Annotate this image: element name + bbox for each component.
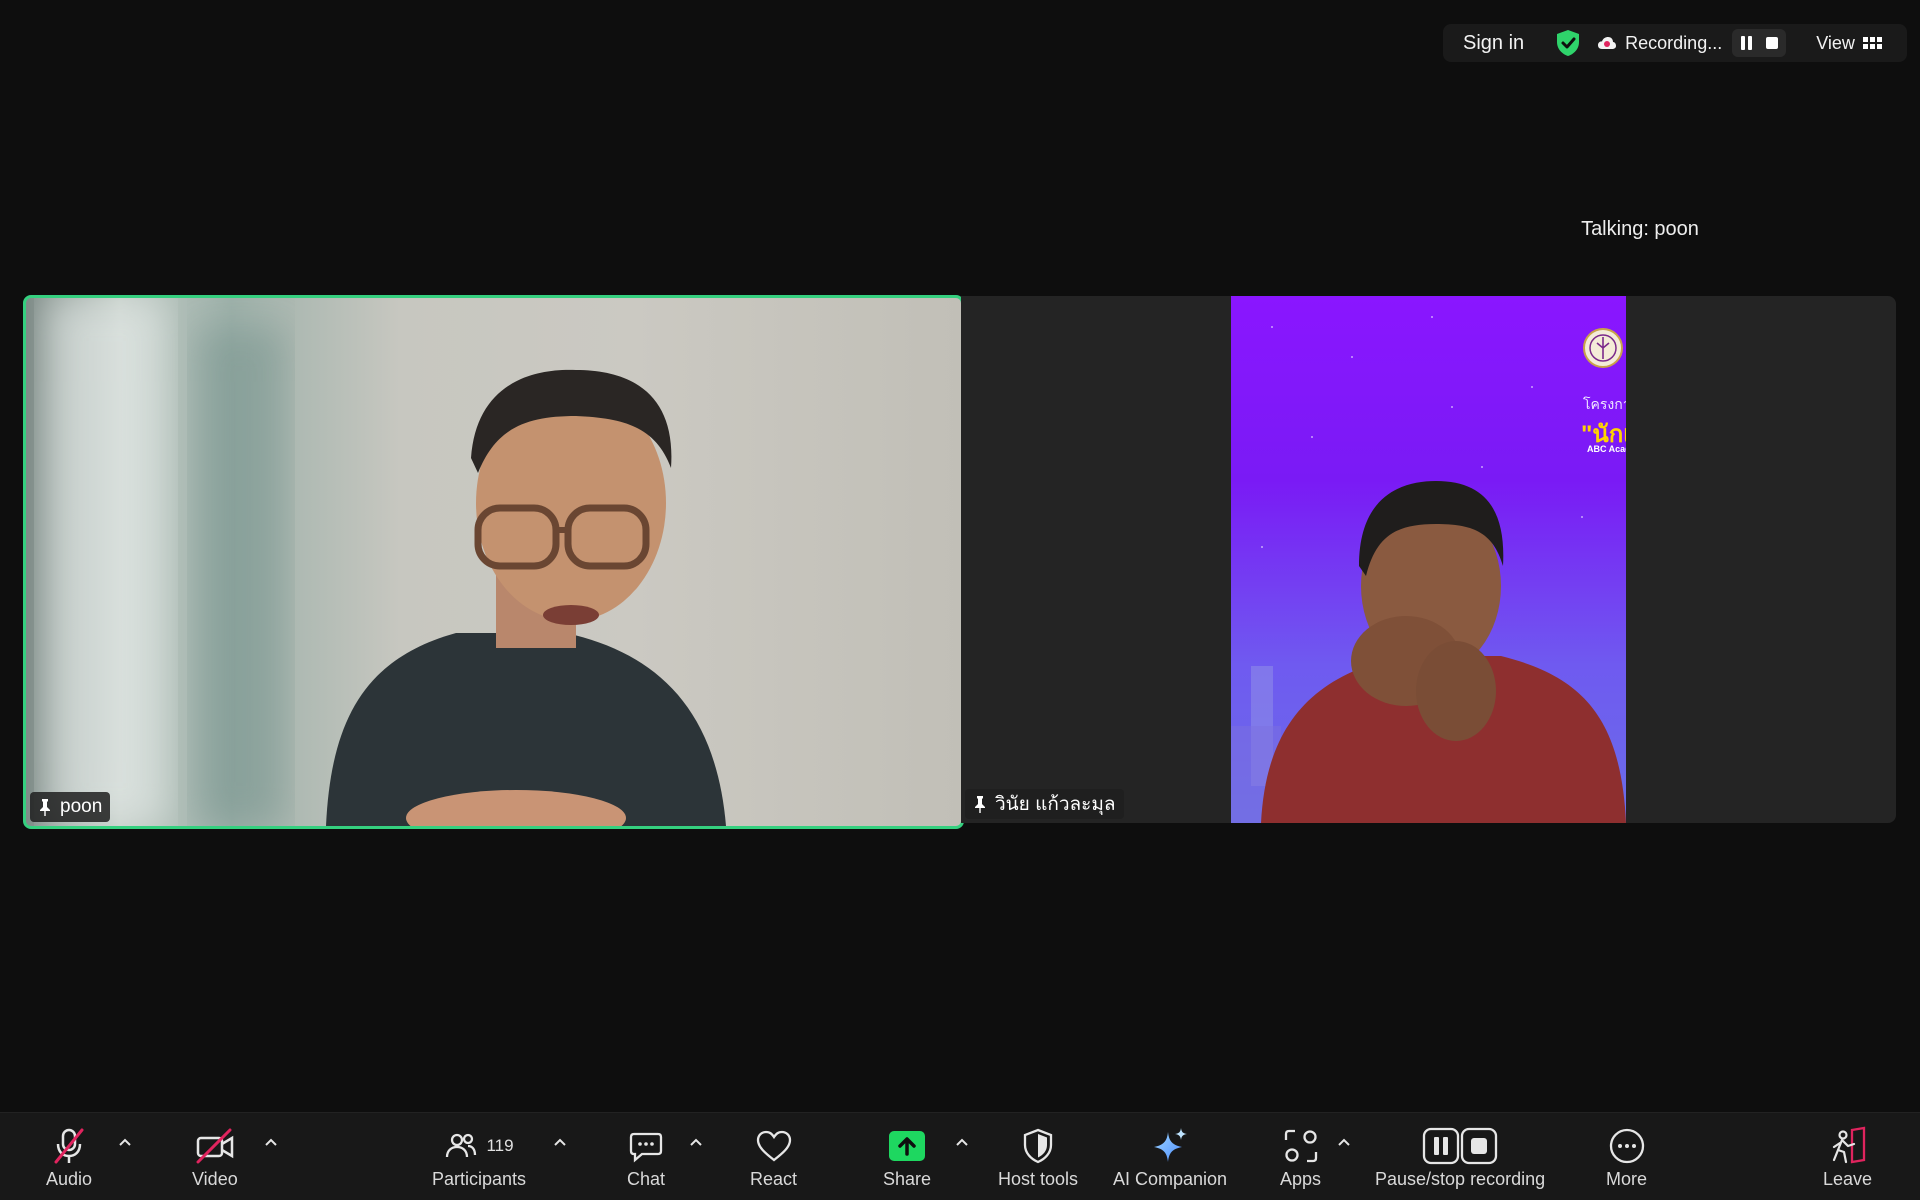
participants-icon xyxy=(446,1133,477,1158)
participants-options-caret[interactable] xyxy=(553,1135,567,1149)
sparkle-icon xyxy=(1154,1128,1188,1162)
pause-stop-icon xyxy=(1422,1127,1498,1165)
participant-figure xyxy=(1231,481,1626,823)
pause-recording-button[interactable] xyxy=(1735,32,1757,54)
video-button[interactable]: Video xyxy=(192,1125,238,1190)
video-tile-poon[interactable]: poon xyxy=(23,295,964,829)
leave-icon xyxy=(1832,1126,1865,1164)
pin-icon xyxy=(975,796,985,813)
pause-stop-recording-button[interactable]: Pause/stop recording xyxy=(1375,1125,1545,1190)
pause-icon xyxy=(1740,36,1745,50)
apps-icon xyxy=(1284,1129,1317,1163)
host-tools-button[interactable]: Host tools xyxy=(998,1125,1078,1190)
apps-button[interactable]: Apps xyxy=(1280,1125,1321,1190)
cloud-record-icon xyxy=(1598,37,1617,49)
more-icon xyxy=(1609,1128,1644,1164)
audio-button[interactable]: Audio xyxy=(46,1125,92,1190)
stop-icon xyxy=(1766,37,1779,49)
chevron-up-icon xyxy=(956,1138,968,1146)
pause-stop-label: Pause/stop recording xyxy=(1375,1169,1546,1189)
participants-label: Participants xyxy=(432,1169,527,1189)
share-options-caret[interactable] xyxy=(955,1135,969,1149)
name-tag-poon: poon xyxy=(30,792,111,822)
talking-indicator: Talking: poon xyxy=(1581,218,1699,240)
participant-video-winai: โครงกา "นักเ ABC Acad xyxy=(1231,296,1626,823)
meeting-top-bar: Sign in Recording... View xyxy=(1443,24,1907,62)
grid-icon xyxy=(1862,37,1882,49)
chat-icon xyxy=(629,1132,663,1163)
react-label: React xyxy=(750,1169,798,1189)
video-label: Video xyxy=(192,1169,238,1189)
ai-companion-label: AI Companion xyxy=(1113,1169,1228,1189)
leave-button[interactable]: Leave xyxy=(1823,1125,1872,1190)
chevron-up-icon xyxy=(1338,1138,1350,1146)
participants-button[interactable]: 119 Participants xyxy=(432,1125,526,1190)
apps-options-caret[interactable] xyxy=(1337,1135,1351,1149)
chat-label: Chat xyxy=(627,1169,666,1189)
ai-companion-button[interactable]: AI Companion xyxy=(1113,1125,1227,1190)
audio-options-caret[interactable] xyxy=(118,1135,132,1149)
video-tile-winai[interactable]: โครงกา "นักเ ABC Acad วินัย แก้วละมุล xyxy=(961,296,1896,823)
recording-controls xyxy=(1732,29,1787,57)
video-off-icon xyxy=(196,1128,234,1164)
view-label: View xyxy=(1816,32,1855,53)
heart-icon xyxy=(756,1130,791,1162)
share-button[interactable]: Share xyxy=(883,1125,931,1190)
leave-label: Leave xyxy=(1823,1169,1873,1189)
more-button[interactable]: More xyxy=(1606,1125,1647,1190)
host-shield-icon xyxy=(1023,1128,1053,1164)
chevron-up-icon xyxy=(690,1138,702,1146)
sign-in-link[interactable]: Sign in xyxy=(1463,32,1524,55)
react-button[interactable]: React xyxy=(750,1125,797,1190)
host-tools-label: Host tools xyxy=(998,1169,1079,1189)
participant-name: วินัย แก้วละมุล xyxy=(995,794,1116,815)
chat-button[interactable]: Chat xyxy=(627,1125,665,1190)
participant-video-poon xyxy=(46,298,726,826)
participant-count: 119 xyxy=(486,1136,514,1155)
chat-options-caret[interactable] xyxy=(689,1135,703,1149)
name-tag-winai: วินัย แก้วละมุล xyxy=(965,789,1124,819)
apps-label: Apps xyxy=(1280,1169,1322,1189)
mic-muted-icon xyxy=(54,1128,84,1164)
audio-label: Audio xyxy=(46,1169,93,1189)
share-label: Share xyxy=(883,1169,932,1189)
share-arrow-icon xyxy=(889,1131,926,1161)
pin-icon xyxy=(40,799,50,816)
chevron-up-icon xyxy=(265,1138,277,1146)
chevron-up-icon xyxy=(554,1138,566,1146)
view-button[interactable]: View xyxy=(1816,33,1882,54)
shield-check-icon[interactable] xyxy=(1555,29,1581,57)
participant-name: poon xyxy=(60,796,103,817)
more-label: More xyxy=(1606,1169,1648,1189)
video-options-caret[interactable] xyxy=(264,1135,278,1149)
stop-recording-button[interactable] xyxy=(1761,32,1783,54)
meeting-toolbar: Audio Video 119 Participants Chat React … xyxy=(0,1112,1920,1200)
chevron-up-icon xyxy=(119,1138,131,1146)
recording-status: Recording... xyxy=(1625,32,1723,53)
